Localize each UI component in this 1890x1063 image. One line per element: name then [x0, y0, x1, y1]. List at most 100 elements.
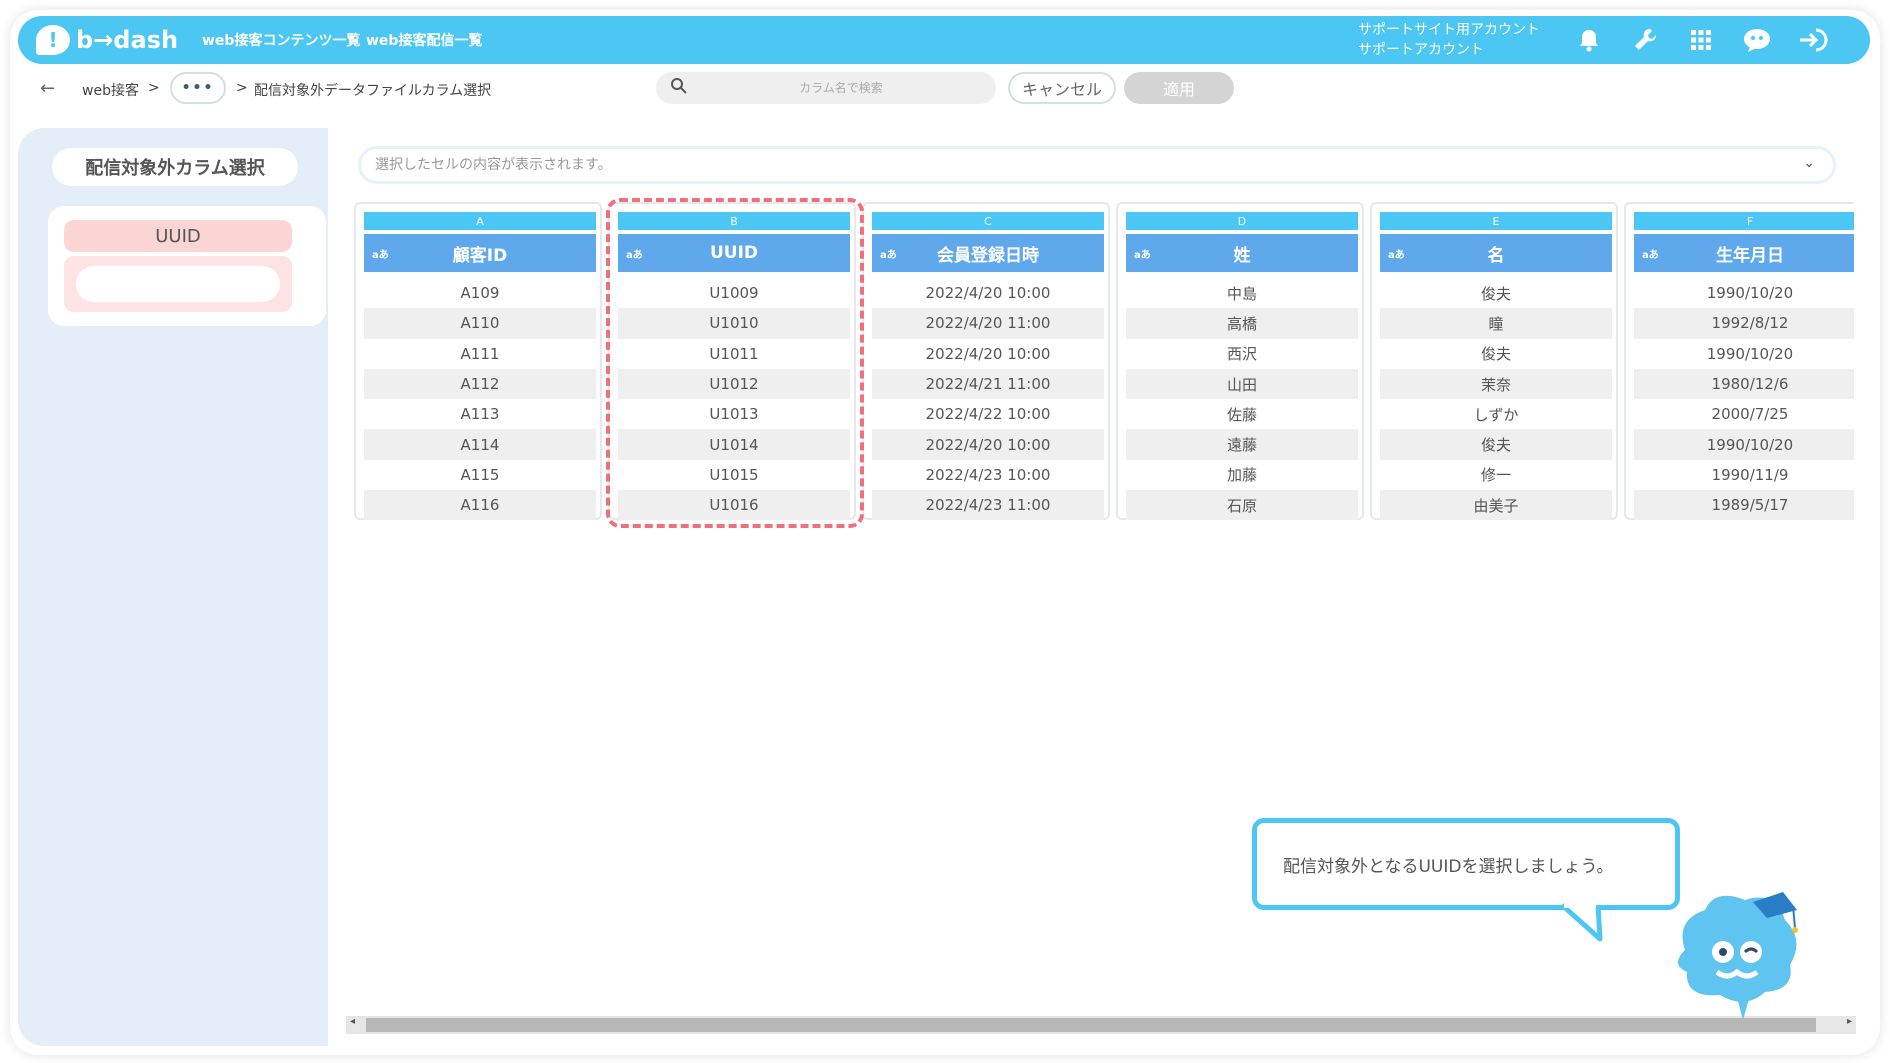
- table-cell[interactable]: 1990/10/20: [1634, 339, 1854, 369]
- column-a[interactable]: Aaあ 顧客ID A109 A110 A111 A112 A113 A114 A115 A116: [354, 202, 602, 521]
- logo[interactable]: ! b→dash: [36, 24, 178, 56]
- table-cell[interactable]: A113: [364, 399, 596, 429]
- table-cell[interactable]: 1980/12/6: [1634, 368, 1854, 400]
- table-cell[interactable]: 1990/11/9: [1634, 460, 1854, 490]
- cell-content-display[interactable]: [375, 155, 1755, 175]
- table-cell[interactable]: 瞳: [1380, 308, 1612, 339]
- horizontal-scrollbar[interactable]: ◂ ▸: [346, 1016, 1856, 1034]
- column-c[interactable]: Caあ 会員登録日時 2022/4/20 10:00 2022/4/20 11:00 2…: [862, 202, 1110, 521]
- table-cell[interactable]: U1016: [618, 490, 850, 521]
- apply-button[interactable]: 適用: [1124, 72, 1234, 104]
- search-icon: [670, 77, 688, 99]
- account-info[interactable]: サポートサイト用アカウント サポートアカウント: [1358, 20, 1540, 60]
- table-cell[interactable]: 高橋: [1126, 308, 1358, 339]
- nav-content-list[interactable]: web接客コンテンツ一覧: [202, 30, 360, 50]
- table-cell[interactable]: U1010: [618, 308, 850, 339]
- breadcrumb-root[interactable]: web接客: [82, 80, 139, 100]
- table-cell[interactable]: 由美子: [1380, 490, 1612, 521]
- chevron-down-icon[interactable]: ⌄: [1803, 155, 1815, 171]
- text-type-icon: aあ: [1642, 250, 1659, 261]
- table-cell[interactable]: 1990/10/20: [1634, 429, 1854, 460]
- text-type-icon: aあ: [1134, 250, 1151, 261]
- table-cell[interactable]: 2022/4/22 10:00: [872, 399, 1104, 429]
- table-cell[interactable]: 修一: [1380, 460, 1612, 490]
- table-cell[interactable]: 茉奈: [1380, 368, 1612, 400]
- back-arrow-icon[interactable]: ←: [40, 78, 55, 99]
- table-cell[interactable]: 2022/4/20 10:00: [872, 278, 1104, 308]
- table-cell[interactable]: 俊夫: [1380, 278, 1612, 308]
- table-cell[interactable]: 佐藤: [1126, 399, 1358, 429]
- table-cell[interactable]: 2022/4/20 11:00: [872, 308, 1104, 339]
- table-cell[interactable]: U1011: [618, 339, 850, 369]
- account-line2: サポートアカウント: [1358, 42, 1484, 58]
- column-f[interactable]: Faあ 生年月日 1990/10/20 1992/8/12 1990/10/20 1980…: [1624, 202, 1854, 521]
- table-cell[interactable]: 2022/4/21 11:00: [872, 368, 1104, 400]
- column-cells: 2022/4/20 10:00 2022/4/20 11:00 2022/4/20 …: [872, 278, 1104, 521]
- tooltip-bubble: 配信対象外となるUUIDを選択しましょう。: [1252, 818, 1680, 910]
- scroll-right-icon[interactable]: ▸: [1847, 1016, 1852, 1027]
- column-letter: E: [1380, 212, 1612, 230]
- table-cell[interactable]: A115: [364, 460, 596, 490]
- table-cell[interactable]: U1012: [618, 368, 850, 400]
- table-cell[interactable]: 1989/5/17: [1634, 490, 1854, 521]
- text-type-icon: aあ: [1388, 250, 1405, 261]
- empty-slot: [76, 266, 280, 302]
- breadcrumb-more-button[interactable]: •••: [170, 72, 226, 104]
- nav-delivery-list[interactable]: web接客配信一覧: [366, 30, 482, 50]
- table-cell[interactable]: 2022/4/23 10:00: [872, 460, 1104, 490]
- table-cell[interactable]: U1009: [618, 278, 850, 308]
- column-letter: B: [618, 212, 850, 230]
- column-b[interactable]: Baあ UUID U1009 U1010 U1011 U1012 U1013 U1014 U10…: [608, 202, 856, 521]
- search-input[interactable]: [696, 76, 986, 100]
- table-cell[interactable]: 2022/4/20 10:00: [872, 339, 1104, 369]
- table-cell[interactable]: 2000/7/25: [1634, 399, 1854, 429]
- column-header[interactable]: aあ 姓: [1126, 234, 1358, 272]
- column-header[interactable]: aあ 生年月日: [1634, 234, 1854, 272]
- tooltip-tail: [1560, 903, 1603, 942]
- table-cell[interactable]: A112: [364, 368, 596, 400]
- table-cell[interactable]: 俊夫: [1380, 339, 1612, 369]
- column-header-label: 顧客ID: [452, 245, 508, 266]
- column-header[interactable]: aあ 名: [1380, 234, 1612, 272]
- selected-column-item[interactable]: UUID: [64, 220, 292, 252]
- column-d[interactable]: Daあ 姓中島 高橋 西沢 山田 佐藤 遠藤 加藤 石原: [1116, 202, 1364, 521]
- column-header-label: 会員登録日時: [937, 245, 1039, 266]
- table-cell[interactable]: U1013: [618, 399, 850, 429]
- column-header[interactable]: aあ 会員登録日時: [872, 234, 1104, 272]
- table-cell[interactable]: 石原: [1126, 490, 1358, 521]
- table-cell[interactable]: A116: [364, 490, 596, 521]
- column-header[interactable]: aあ UUID: [618, 234, 850, 272]
- column-header[interactable]: aあ 顧客ID: [364, 234, 596, 272]
- table-cell[interactable]: しずか: [1380, 399, 1612, 429]
- bell-icon[interactable]: [1574, 25, 1604, 55]
- logo-bubble-icon: !: [36, 25, 70, 55]
- table-cell[interactable]: 2022/4/23 11:00: [872, 490, 1104, 521]
- scroll-left-icon[interactable]: ◂: [350, 1016, 355, 1027]
- mascot-icon: [1665, 880, 1815, 1024]
- table-cell[interactable]: A114: [364, 429, 596, 460]
- table-cell[interactable]: A110: [364, 308, 596, 339]
- account-line1: サポートサイト用アカウント: [1358, 22, 1540, 38]
- logout-icon[interactable]: [1798, 25, 1828, 55]
- table-cell[interactable]: A109: [364, 278, 596, 308]
- column-e[interactable]: Eaあ名俊夫瞳俊夫 茉奈 しずか 俊夫 修一 由美子: [1370, 202, 1618, 521]
- table-cell[interactable]: 加藤: [1126, 460, 1358, 490]
- cancel-button[interactable]: キャンセル: [1008, 72, 1116, 104]
- table-cell[interactable]: U1014: [618, 429, 850, 460]
- chat-robot-icon[interactable]: [1742, 25, 1772, 55]
- table-cell[interactable]: 中島: [1126, 278, 1358, 308]
- table-cell[interactable]: U1015: [618, 460, 850, 490]
- table-cell[interactable]: 山田: [1126, 368, 1358, 400]
- table-cell[interactable]: 1992/8/12: [1634, 308, 1854, 339]
- table-cell[interactable]: 俊夫: [1380, 429, 1612, 460]
- column-search: [656, 72, 996, 104]
- wrench-icon[interactable]: [1630, 25, 1660, 55]
- table-cell[interactable]: A111: [364, 339, 596, 369]
- table-cell[interactable]: 西沢: [1126, 339, 1358, 369]
- grid-icon[interactable]: [1686, 25, 1716, 55]
- table-cell[interactable]: 1990/10/20: [1634, 278, 1854, 308]
- table-cell[interactable]: 遠藤: [1126, 429, 1358, 460]
- drop-zone[interactable]: [64, 256, 292, 312]
- table-cell[interactable]: 2022/4/20 10:00: [872, 429, 1104, 460]
- scrollbar-thumb[interactable]: [366, 1018, 1816, 1032]
